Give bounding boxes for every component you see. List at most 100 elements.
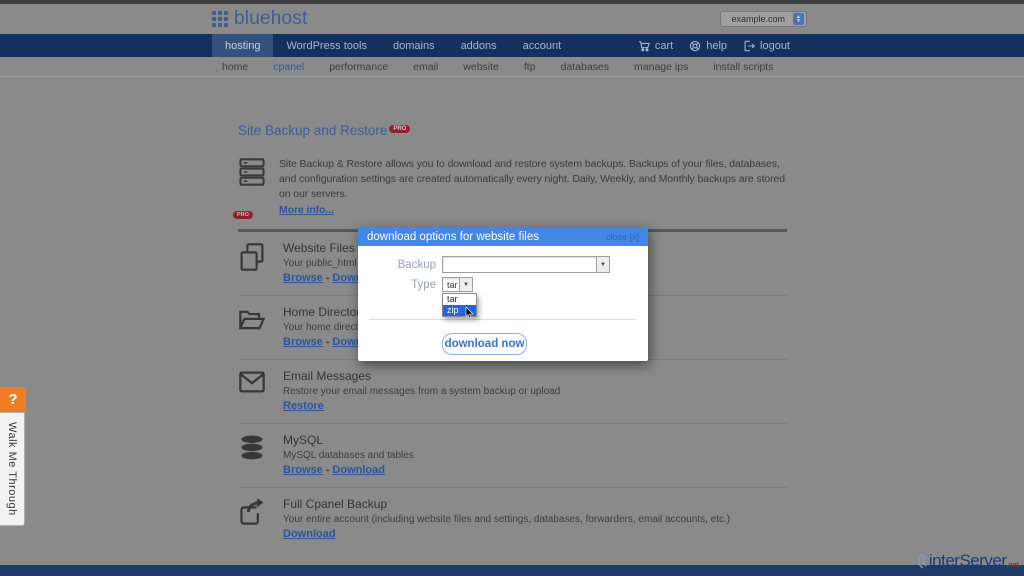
walk-me-through-tab[interactable]: Walk Me Through xyxy=(0,412,25,526)
select-stepper-icon: ▲▼ xyxy=(793,13,804,25)
intro-text: Site Backup & Restore allows you to down… xyxy=(279,157,787,218)
interserver-text-1: inter xyxy=(929,551,960,571)
section-links: Browse-Download xyxy=(283,464,414,476)
full-backup-body: Full Cpanel Backup Your entire account (… xyxy=(283,497,730,540)
interserver-net-suffix: .net xyxy=(1007,562,1019,569)
page-title: Site Backup and RestorePRO xyxy=(238,123,787,138)
domain-select[interactable]: example.com ▲▼ xyxy=(720,11,807,27)
subnav-item-website[interactable]: website xyxy=(463,61,499,73)
nav-item-wordpress-tools[interactable]: WordPress tools xyxy=(273,34,380,57)
main-navbar: hosting WordPress tools domains addons a… xyxy=(0,34,1024,57)
backup-select[interactable]: ▼ xyxy=(442,256,610,273)
bluehost-logo[interactable]: bluehost xyxy=(212,8,307,30)
full-backup-export-icon xyxy=(238,497,270,540)
backup-server-icon: PRO xyxy=(238,157,268,218)
type-select[interactable]: tar ▼ xyxy=(442,277,473,292)
download-link[interactable]: Download xyxy=(283,528,336,540)
interserver-arcs-icon xyxy=(913,552,929,570)
dropdown-option-zip-label: zip xyxy=(447,305,459,315)
home-directory-icon xyxy=(238,305,270,348)
walk-me-through-widget: ? Walk Me Through xyxy=(0,387,26,526)
backup-label: Backup xyxy=(358,259,436,271)
bluehost-logo-text: bluehost xyxy=(234,8,307,30)
more-info-link[interactable]: More info... xyxy=(279,204,334,216)
subnav-item-ftp[interactable]: ftp xyxy=(524,61,536,73)
walk-me-through-label: Walk Me Through xyxy=(6,422,18,516)
link-separator: - xyxy=(326,464,330,476)
interserver-text-2: Server xyxy=(959,551,1006,571)
browse-link[interactable]: Browse xyxy=(283,336,323,348)
section-desc: MySQL databases and tables xyxy=(283,450,414,461)
dropdown-option-tar[interactable]: tar xyxy=(443,294,476,305)
section-full-cpanel-backup: Full Cpanel Backup Your entire account (… xyxy=(238,487,787,551)
cart-label: cart xyxy=(655,40,673,52)
logout-label: logout xyxy=(760,40,790,52)
modal-title: download options for website files xyxy=(367,231,539,243)
section-desc: Restore your email messages from a syste… xyxy=(283,386,560,397)
download-options-modal: download options for website files close… xyxy=(358,227,648,361)
logout-button[interactable]: logout xyxy=(743,40,790,52)
subnav-item-cpanel[interactable]: cpanel xyxy=(273,61,304,73)
section-email-messages: Email Messages Restore your email messag… xyxy=(238,359,787,423)
chevron-down-icon: ▼ xyxy=(596,257,609,272)
interserver-logo: inter Server .net xyxy=(913,551,1019,571)
mysql-body: MySQL MySQL databases and tables Browse-… xyxy=(283,433,414,476)
logout-icon xyxy=(743,40,755,52)
section-mysql: MySQL MySQL databases and tables Browse-… xyxy=(238,423,787,487)
footer-bar xyxy=(0,565,1024,576)
cart-button[interactable]: cart xyxy=(638,40,673,52)
modal-body: Backup ▼ Type tar ▼ tar zip download now xyxy=(358,246,648,361)
dropdown-option-zip[interactable]: zip xyxy=(443,305,476,316)
nav-item-domains[interactable]: domains xyxy=(380,34,448,57)
mysql-database-icon xyxy=(238,433,270,476)
intro-description: Site Backup & Restore allows you to down… xyxy=(279,158,785,200)
nav-item-hosting[interactable]: hosting xyxy=(212,34,273,57)
subnav-item-email[interactable]: email xyxy=(413,61,438,73)
subnav-item-databases[interactable]: databases xyxy=(561,61,609,73)
browse-link[interactable]: Browse xyxy=(283,464,323,476)
cart-icon xyxy=(638,40,650,52)
type-select-value: tar xyxy=(443,280,459,290)
subnav-item-performance[interactable]: performance xyxy=(329,61,388,73)
nav-utilities: cart help logout xyxy=(638,34,790,57)
bluehost-grid-icon xyxy=(212,11,228,27)
site-header: bluehost example.com ▲▼ xyxy=(0,4,1024,34)
download-link[interactable]: Download xyxy=(332,464,385,476)
email-messages-icon xyxy=(238,369,270,412)
chevron-down-icon: ▼ xyxy=(459,278,472,291)
subnav-item-manage-ips[interactable]: manage ips xyxy=(634,61,688,73)
section-desc: Your entire account (including website f… xyxy=(283,514,730,525)
download-now-button[interactable]: download now xyxy=(442,333,527,355)
domain-select-value: example.com xyxy=(731,14,785,24)
nav-item-account[interactable]: account xyxy=(510,34,575,57)
browse-link[interactable]: Browse xyxy=(283,272,323,284)
help-button[interactable]: help xyxy=(689,40,727,52)
cursor-icon xyxy=(465,307,474,318)
sub-navbar: home cpanel performance email website ft… xyxy=(0,57,1024,77)
restore-link[interactable]: Restore xyxy=(283,400,324,412)
subnav-item-install-scripts[interactable]: install scripts xyxy=(713,61,773,73)
page-title-text: Site Backup and Restore xyxy=(238,123,387,138)
modal-close-button[interactable]: close [x] xyxy=(606,232,639,242)
section-links: Download xyxy=(283,528,730,540)
section-title: MySQL xyxy=(283,433,414,447)
type-label: Type xyxy=(358,279,436,291)
link-separator: - xyxy=(326,336,330,348)
pro-badge: PRO xyxy=(389,125,410,133)
email-messages-body: Email Messages Restore your email messag… xyxy=(283,369,560,412)
help-question-button[interactable]: ? xyxy=(0,387,26,412)
section-links: Restore xyxy=(283,400,560,412)
modal-header: download options for website files close… xyxy=(358,227,648,246)
website-files-icon xyxy=(238,241,270,284)
intro-block: PRO Site Backup & Restore allows you to … xyxy=(238,157,787,218)
help-label: help xyxy=(706,40,727,52)
nav-item-addons[interactable]: addons xyxy=(448,34,510,57)
link-separator: - xyxy=(326,272,330,284)
help-icon xyxy=(689,40,701,52)
section-title: Email Messages xyxy=(283,369,560,383)
type-dropdown-list: tar zip xyxy=(442,293,477,317)
pro-badge-icon: PRO xyxy=(233,211,253,219)
subnav-item-home[interactable]: home xyxy=(222,61,248,73)
main-nav-items: hosting WordPress tools domains addons a… xyxy=(212,34,574,57)
modal-divider xyxy=(370,319,636,320)
